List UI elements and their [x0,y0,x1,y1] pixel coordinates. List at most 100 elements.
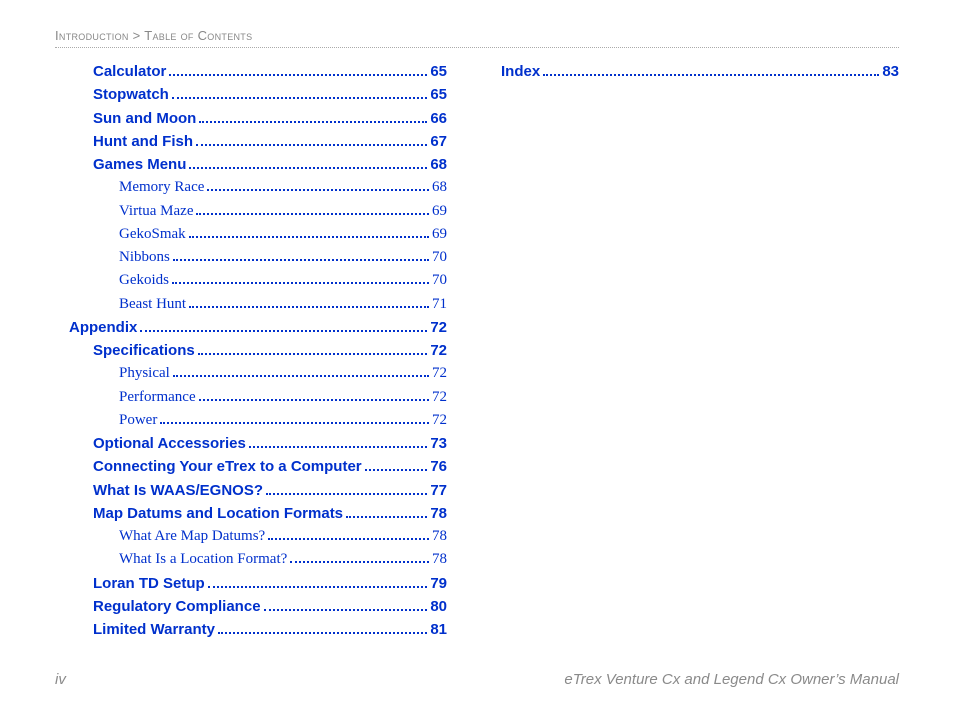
toc-entry[interactable]: Regulatory Compliance80 [55,595,447,618]
toc-label: Index [501,60,540,83]
toc-page: 72 [430,339,447,362]
toc-entry[interactable]: Beast Hunt71 [55,293,447,316]
toc-entry[interactable]: Map Datums and Location Formats 78 [55,502,447,525]
toc-page: 77 [430,479,447,502]
toc-label: Calculator [93,60,166,83]
toc-page: 68 [430,153,447,176]
toc-page: 72 [432,386,447,409]
breadcrumb-sep: > [133,28,141,43]
toc-leader-dots [346,516,427,518]
toc-leader-dots [218,632,427,634]
toc-entry[interactable]: Power 72 [55,409,447,432]
toc-label: Regulatory Compliance [93,595,261,618]
toc-label: What Is WAAS/EGNOS? [93,479,263,502]
toc-entry[interactable]: Virtua Maze 69 [55,200,447,223]
toc-leader-dots [198,353,428,355]
breadcrumb-section: Introduction [55,28,129,43]
toc-entry[interactable]: Nibbons 70 [55,246,447,269]
toc-leader-dots [140,330,427,332]
toc-leader-dots [189,236,429,238]
toc-leader-dots [196,213,429,215]
toc-page: 70 [432,269,447,292]
toc-entry[interactable]: Loran TD Setup79 [55,572,447,595]
toc-label: Gekoids [119,269,169,292]
toc-entry[interactable]: GekoSmak 69 [55,223,447,246]
toc-entry[interactable]: Connecting Your eTrex to a Computer 76 [55,455,447,478]
toc-page: 76 [430,455,447,478]
toc-entry[interactable]: Optional Accessories 73 [55,432,447,455]
toc-entry[interactable]: What Are Map Datums? 78 [55,525,447,548]
toc-leader-dots [173,375,429,377]
toc-label: Appendix [69,316,137,339]
toc-page: 69 [432,223,447,246]
toc-leader-dots [543,74,879,76]
breadcrumb-page: Table of Contents [144,28,252,43]
toc-entry[interactable]: Performance 72 [55,386,447,409]
toc-page: 78 [430,502,447,525]
toc-label: Power [119,409,157,432]
toc-entry[interactable]: Specifications 72 [55,339,447,362]
toc-page: 71 [432,293,447,316]
toc-label: Loran TD Setup [93,572,205,595]
toc-leader-dots [199,399,429,401]
toc-page: 67 [430,130,447,153]
toc-entry[interactable]: Stopwatch 65 [55,83,447,106]
manual-title: eTrex Venture Cx and Legend Cx Owner’s M… [564,671,899,688]
toc-label: What Is a Location Format? [119,548,287,571]
toc-label: Memory Race [119,176,204,199]
toc-leader-dots [189,306,429,308]
toc-entry[interactable]: What Is a Location Format? 78 [55,548,447,571]
toc-page: 81 [430,618,447,641]
toc-entry[interactable]: Sun and Moon66 [55,107,447,130]
toc-label: Physical [119,362,170,385]
toc-leader-dots [208,586,428,588]
toc-col-left: Calculator65Stopwatch 65Sun and Moon66Hun… [55,60,477,656]
toc-page: 72 [432,409,447,432]
toc-leader-dots [266,493,427,495]
toc-leader-dots [173,259,429,261]
toc-page: 65 [430,83,447,106]
toc-entry[interactable]: Index 83 [487,60,899,83]
toc-leader-dots [207,189,429,191]
toc-entry[interactable]: What Is WAAS/EGNOS? 77 [55,479,447,502]
toc-leader-dots [169,74,427,76]
toc-page: 68 [432,176,447,199]
toc-entry[interactable]: Appendix 72 [55,316,447,339]
toc-page: 69 [432,200,447,223]
toc-label: Nibbons [119,246,170,269]
toc-leader-dots [160,422,429,424]
toc-page: 70 [432,246,447,269]
toc-label: Connecting Your eTrex to a Computer [93,455,362,478]
toc-label: Map Datums and Location Formats [93,502,343,525]
toc-page: 73 [430,432,447,455]
toc-leader-dots [199,121,427,123]
toc-page: 72 [432,362,447,385]
toc-page: 78 [432,548,447,571]
toc-entry[interactable]: Hunt and Fish67 [55,130,447,153]
toc-entry[interactable]: Limited Warranty 81 [55,618,447,641]
toc-label: Stopwatch [93,83,169,106]
toc-entry[interactable]: Gekoids 70 [55,269,447,292]
toc-label: Sun and Moon [93,107,196,130]
toc-entry[interactable]: Calculator65 [55,60,447,83]
toc-label: Limited Warranty [93,618,215,641]
toc-leader-dots [172,282,429,284]
toc-leader-dots [249,446,427,448]
footer: iv eTrex Venture Cx and Legend Cx Owner’… [55,671,899,688]
toc-label: GekoSmak [119,223,186,246]
toc-page: 78 [432,525,447,548]
toc-label: Games Menu [93,153,186,176]
toc-columns: Calculator65Stopwatch 65Sun and Moon66Hun… [55,60,899,656]
toc-page: 83 [882,60,899,83]
toc-label: Performance [119,386,196,409]
toc-label: Optional Accessories [93,432,246,455]
toc-label: Specifications [93,339,195,362]
toc-label: Virtua Maze [119,200,193,223]
toc-leader-dots [189,167,427,169]
toc-entry[interactable]: Games Menu 68 [55,153,447,176]
toc-label: What Are Map Datums? [119,525,265,548]
toc-entry[interactable]: Physical 72 [55,362,447,385]
toc-entry[interactable]: Memory Race 68 [55,176,447,199]
toc-page: 72 [430,316,447,339]
toc-leader-dots [172,97,427,99]
